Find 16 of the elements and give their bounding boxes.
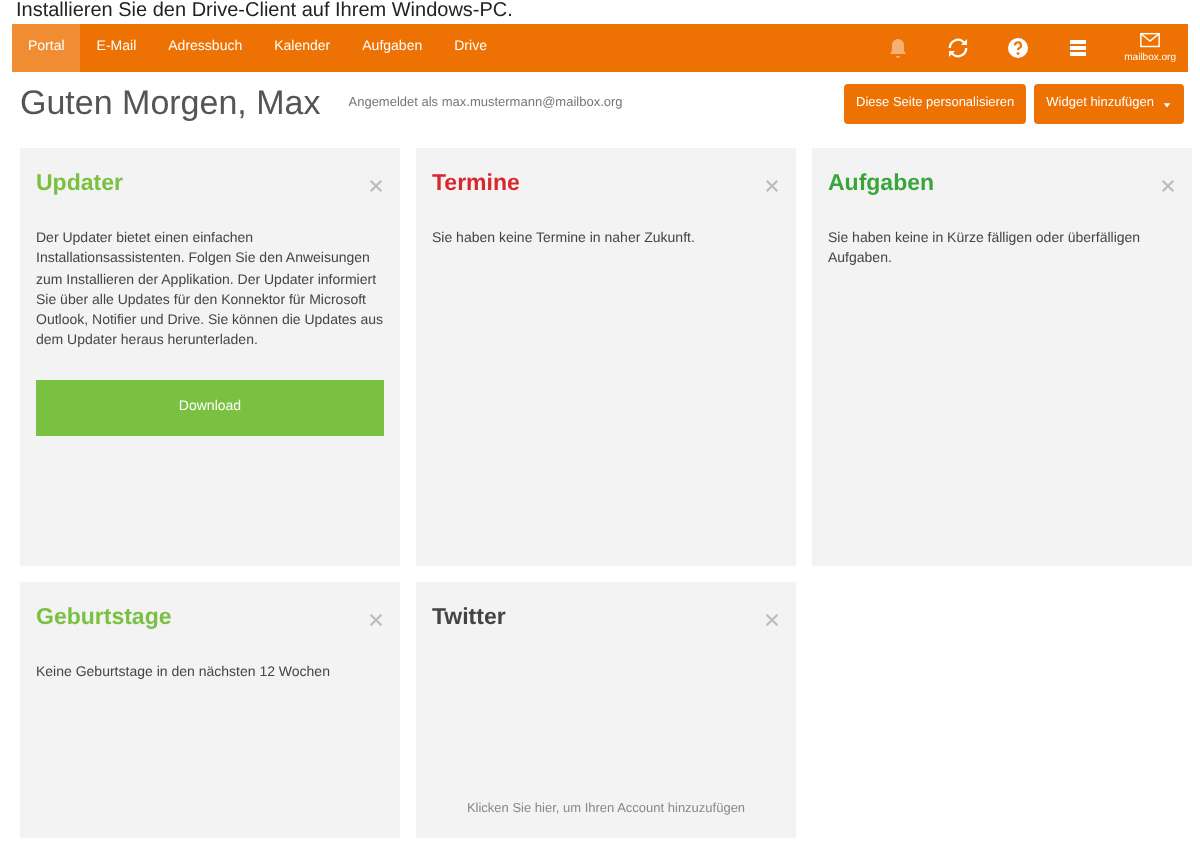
widget-title: Termine xyxy=(432,170,520,200)
sync-icon[interactable] xyxy=(946,36,971,60)
widget-title: Twitter xyxy=(432,604,506,634)
close-icon[interactable] xyxy=(764,611,780,628)
widget-title: Geburtstage xyxy=(36,604,172,634)
help-icon[interactable] xyxy=(1006,36,1031,60)
logo-icon xyxy=(1136,29,1165,52)
close-icon[interactable] xyxy=(368,177,384,194)
widget-title: Updater xyxy=(36,170,123,200)
caption-text: Installieren Sie den Drive-Client auf Ihrem Windows-PC. xyxy=(14,0,515,24)
menu-icon[interactable] xyxy=(1066,36,1091,60)
close-icon[interactable] xyxy=(764,177,780,194)
close-icon[interactable] xyxy=(368,611,384,628)
widget-title: Aufgaben xyxy=(828,170,935,200)
greeting-heading: Guten Morgen, Max xyxy=(20,82,321,127)
close-icon[interactable] xyxy=(1160,177,1176,194)
